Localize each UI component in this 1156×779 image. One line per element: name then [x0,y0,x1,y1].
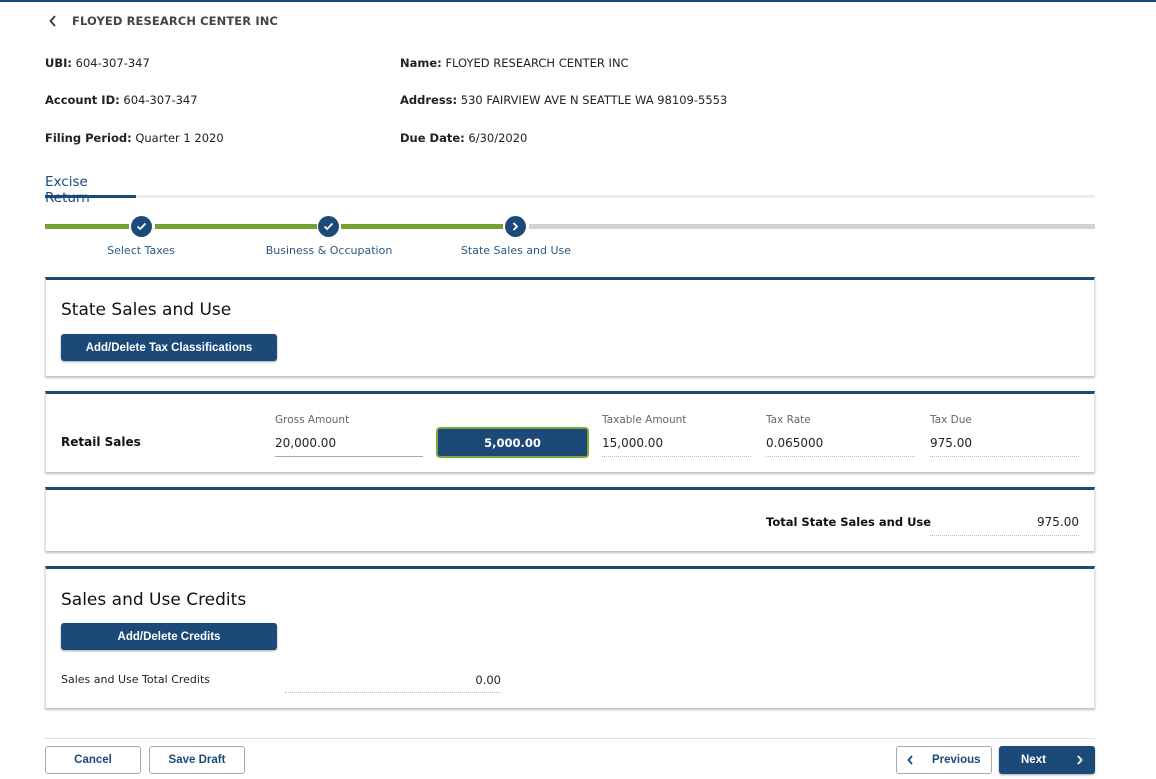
period-value: Quarter 1 2020 [135,131,224,145]
credits-card: Sales and Use Credits Add/Delete Credits… [45,566,1095,708]
account-info: Account ID: 604-307-347 [45,93,198,107]
filing-period-info: Filing Period: Quarter 1 2020 [45,131,224,145]
total-card: Total State Sales and Use 975.00 [45,487,1095,551]
account-value: 604-307-347 [123,93,198,107]
step-select-taxes[interactable] [131,216,152,237]
due-date-label: Due Date: [400,131,465,145]
ubi-label: UBI: [45,56,72,70]
next-label: Next [1021,754,1046,766]
back-link[interactable]: FLOYED RESEARCH CENTER INC [48,14,278,28]
taxable-amount-value: 15,000.00 [602,436,751,457]
ubi-info: UBI: 604-307-347 [45,56,150,70]
tax-classification-card: Retail Sales Gross Amount 20,000.00 5,00… [45,391,1095,472]
cancel-button[interactable]: Cancel [45,746,141,774]
step-label-select-taxes: Select Taxes [107,244,175,257]
name-label: Name: [400,56,442,70]
section-title: State Sales and Use [61,300,232,320]
business-name: FLOYED RESEARCH CENTER INC [72,14,278,28]
name-info: Name: FLOYED RESEARCH CENTER INC [400,56,629,70]
step-state-sales-use[interactable] [505,216,526,237]
state-sales-use-card: State Sales and Use Add/Delete Tax Class… [45,277,1095,376]
tab-excise-return[interactable]: Excise Return [45,172,136,206]
account-label: Account ID: [45,93,120,107]
credits-total-value: 0.00 [285,673,501,693]
classification-name: Retail Sales [61,435,141,449]
step-label-business-occupation: Business & Occupation [265,244,393,257]
credits-total-label: Sales and Use Total Credits [61,673,211,686]
tax-rate-label: Tax Rate [766,414,811,426]
chevron-left-icon [907,755,913,765]
tax-due-label: Tax Due [930,414,972,426]
tax-rate-value: 0.065000 [766,436,915,457]
tax-due-value: 975.00 [930,436,1079,457]
chevron-right-icon [1077,755,1083,765]
add-delete-credits-button[interactable]: Add/Delete Credits [61,623,277,650]
save-draft-button[interactable]: Save Draft [149,746,245,774]
step-label-state-sales-use: State Sales and Use [460,244,572,257]
add-delete-tax-classifications-button[interactable]: Add/Delete Tax Classifications [61,334,277,361]
address-value: 530 FAIRVIEW AVE N SEATTLE WA 98109-5553 [460,93,728,107]
check-icon [136,222,147,231]
deduction-amount-input[interactable]: 5,000.00 [436,427,589,458]
gross-amount-input[interactable]: 20,000.00 [275,436,423,457]
footer-divider [45,738,1095,739]
due-date-value: 6/30/2020 [468,131,528,145]
stepper-line-complete [155,224,317,229]
credits-title: Sales and Use Credits [61,590,247,610]
check-icon [323,222,334,231]
stepper-line-pending [529,224,1095,229]
gross-amount-label: Gross Amount [275,414,350,426]
tab-bar: Excise Return [45,172,1095,206]
stepper-line-complete [45,224,129,229]
chevron-right-icon [512,222,519,231]
chevron-left-icon[interactable] [48,14,58,28]
stepper-line-complete [341,224,503,229]
total-value: 975.00 [930,515,1079,536]
address-label: Address: [400,93,458,107]
address-info: Address: 530 FAIRVIEW AVE N SEATTLE WA 9… [400,93,727,107]
step-business-occupation[interactable] [318,216,339,237]
due-date-info: Due Date: 6/30/2020 [400,131,527,145]
period-label: Filing Period: [45,131,132,145]
taxable-amount-label: Taxable Amount [602,414,687,426]
previous-button[interactable]: Previous [896,746,992,774]
name-value: FLOYED RESEARCH CENTER INC [445,56,629,70]
total-label: Total State Sales and Use [766,515,932,529]
next-button[interactable]: Next [999,746,1095,774]
ubi-value: 604-307-347 [75,56,150,70]
previous-label: Previous [932,754,981,766]
